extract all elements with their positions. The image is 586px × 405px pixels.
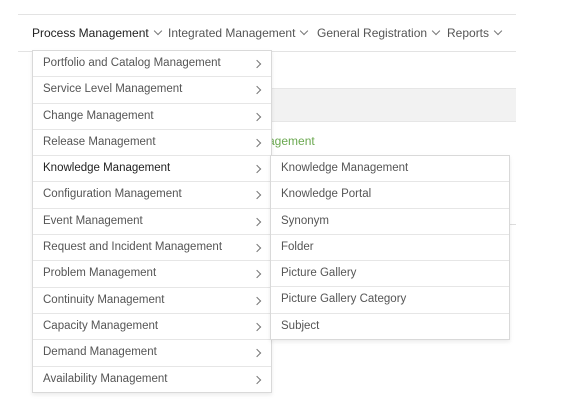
chevron-right-icon bbox=[252, 270, 262, 279]
menu-item-problem[interactable]: Problem Management bbox=[33, 260, 271, 286]
menu-item-label: Capacity Management bbox=[43, 319, 159, 332]
menu-item-label: Problem Management bbox=[43, 267, 157, 280]
menu-item-request-incident[interactable]: Request and Incident Management bbox=[33, 234, 271, 260]
menu-item-demand[interactable]: Demand Management bbox=[33, 339, 271, 365]
chevron-down-icon bbox=[153, 26, 162, 36]
submenu-item-picture-gallery[interactable]: Picture Gallery bbox=[271, 260, 509, 286]
chevron-right-icon bbox=[252, 375, 262, 384]
menu-item-label: Event Management bbox=[43, 214, 143, 227]
menu-item-availability[interactable]: Availability Management bbox=[33, 365, 271, 392]
menu-item-portfolio-catalog[interactable]: Portfolio and Catalog Management bbox=[33, 50, 271, 76]
submenu-item-knowledge-management[interactable]: Knowledge Management bbox=[271, 156, 509, 181]
process-management-menu: Portfolio and Catalog Management Service… bbox=[32, 50, 272, 393]
chevron-right-icon bbox=[252, 59, 262, 69]
chevron-right-icon bbox=[252, 243, 262, 253]
menu-item-change[interactable]: Change Management bbox=[33, 102, 271, 129]
submenu-item-synonym[interactable]: Synonym bbox=[271, 207, 509, 234]
chevron-right-icon bbox=[252, 86, 262, 95]
menu-item-label: Portfolio and Catalog Management bbox=[43, 57, 221, 69]
menu-item-label: Release Management bbox=[43, 135, 156, 148]
background-panel bbox=[270, 88, 516, 122]
menu-item-label: Continuity Management bbox=[43, 293, 165, 306]
menu-item-event[interactable]: Event Management bbox=[33, 207, 271, 234]
menu-item-release[interactable]: Release Management bbox=[33, 128, 271, 155]
chevron-right-icon bbox=[252, 322, 262, 332]
menu-item-label: Configuration Management bbox=[43, 188, 182, 201]
menu-item-label: Change Management bbox=[43, 109, 154, 122]
chevron-right-icon bbox=[252, 296, 262, 305]
chevron-right-icon bbox=[252, 217, 262, 227]
menu-item-configuration[interactable]: Configuration Management bbox=[33, 181, 271, 207]
top-navbar: Process Management Integrated Management… bbox=[18, 15, 516, 52]
submenu-item-folder[interactable]: Folder bbox=[271, 233, 509, 260]
menu-item-service-level[interactable]: Service Level Management bbox=[33, 76, 271, 102]
chevron-right-icon bbox=[252, 349, 262, 358]
nav-label: Process Management bbox=[32, 26, 149, 40]
menu-item-label: Demand Management bbox=[43, 346, 157, 359]
nav-label: Reports bbox=[447, 26, 490, 40]
chevron-down-icon bbox=[493, 26, 503, 36]
nav-label: Integrated Management bbox=[168, 26, 296, 40]
menu-item-label: Knowledge Management bbox=[43, 162, 171, 175]
chevron-right-icon bbox=[252, 164, 262, 174]
menu-item-knowledge[interactable]: Knowledge Management bbox=[33, 155, 271, 182]
nav-label: General Registration bbox=[317, 26, 428, 40]
submenu-item-subject[interactable]: Subject bbox=[271, 312, 509, 339]
menu-item-label: Availability Management bbox=[43, 372, 168, 385]
menu-item-capacity[interactable]: Capacity Management bbox=[33, 312, 271, 339]
chevron-right-icon bbox=[252, 191, 262, 200]
menu-item-label: Service Level Management bbox=[43, 83, 183, 96]
submenu-item-knowledge-portal[interactable]: Knowledge Portal bbox=[271, 181, 509, 207]
nav-process-management[interactable]: Process Management bbox=[32, 15, 162, 51]
submenu-item-picture-gallery-category[interactable]: Picture Gallery Category bbox=[271, 286, 509, 312]
knowledge-management-submenu: Knowledge Management Knowledge Portal Sy… bbox=[270, 155, 510, 341]
nav-integrated-management[interactable]: Integrated Management bbox=[168, 15, 309, 51]
nav-general-registration[interactable]: General Registration bbox=[317, 15, 441, 51]
chevron-right-icon bbox=[252, 138, 262, 148]
chevron-down-icon bbox=[300, 26, 309, 36]
background-link[interactable]: agement bbox=[268, 134, 315, 148]
chevron-down-icon bbox=[431, 26, 441, 36]
nav-reports[interactable]: Reports bbox=[447, 15, 503, 51]
chevron-right-icon bbox=[252, 112, 262, 121]
menu-item-label: Request and Incident Management bbox=[43, 241, 223, 254]
menu-item-continuity[interactable]: Continuity Management bbox=[33, 286, 271, 313]
